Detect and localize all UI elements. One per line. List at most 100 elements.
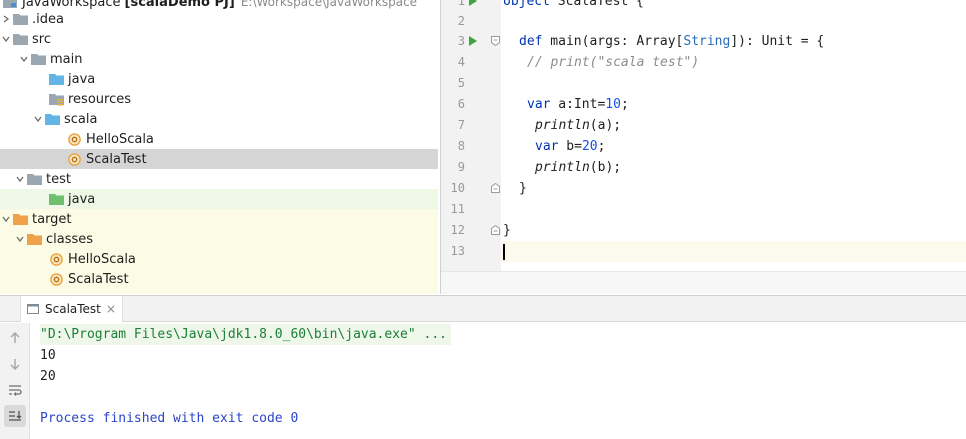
line-number: 7: [457, 118, 465, 132]
tree-item-src[interactable]: src: [0, 29, 438, 49]
tree-item-label: src: [32, 31, 51, 47]
console-output[interactable]: "D:\Program Files\Java\jdk1.8.0_60\bin\j…: [30, 323, 966, 439]
line-number: 11: [450, 202, 465, 216]
console-exit-line: Process finished with exit code 0: [40, 411, 299, 426]
close-icon[interactable]: ×: [106, 302, 116, 316]
tree-item-test-java[interactable]: java: [0, 189, 438, 209]
line-number: 3: [457, 34, 465, 48]
code-token: a:Int=: [550, 97, 606, 112]
tree-item-label: HelloScala: [86, 131, 154, 147]
code-line-7[interactable]: 7 println(a);: [441, 115, 966, 136]
code-token: var: [535, 139, 559, 154]
line-number: 4: [457, 55, 465, 69]
scala-object-icon: [48, 251, 64, 267]
folder-icon: [26, 171, 42, 187]
text-caret: [503, 243, 505, 260]
tree-item-classes[interactable]: classes: [0, 229, 438, 249]
tree-item-label: HelloScala: [68, 251, 136, 267]
chevron-down-icon[interactable]: [0, 29, 12, 49]
code-line-5[interactable]: 5: [441, 73, 966, 94]
code-line-10[interactable]: 10 }: [441, 178, 966, 199]
line-number: 12: [450, 223, 465, 237]
code-token: String: [683, 34, 731, 49]
line-number: 8: [457, 139, 465, 153]
code-editor[interactable]: 1 object ScalaTest { 2 3 def main(args: …: [440, 0, 966, 294]
code-line-6[interactable]: 6 var a:Int=10;: [441, 94, 966, 115]
code-line-12[interactable]: 12 }: [441, 220, 966, 241]
tree-item-classes-helloscala[interactable]: HelloScala: [0, 249, 438, 269]
code-line-9[interactable]: 9 println(b);: [441, 157, 966, 178]
fold-open-icon[interactable]: [491, 36, 500, 46]
tree-item-label: scala: [64, 111, 98, 127]
tree-item-test[interactable]: test: [0, 169, 438, 189]
scroll-to-end-icon[interactable]: [4, 405, 26, 427]
tree-item-helloscala[interactable]: HelloScala: [0, 129, 438, 149]
arrow-up-icon[interactable]: [4, 327, 26, 349]
tree-item-resources[interactable]: resources: [0, 89, 438, 109]
code-token: 10: [605, 97, 621, 112]
tree-item-label: resources: [68, 91, 132, 107]
tree-item-label: classes: [46, 231, 94, 247]
chevron-down-icon[interactable]: [14, 169, 26, 189]
run-toolbar: [0, 323, 30, 439]
folder-icon: [12, 11, 28, 27]
code-line-2[interactable]: 2: [441, 11, 966, 32]
soft-wrap-icon[interactable]: [4, 379, 26, 401]
tree-item-label: test: [46, 171, 71, 187]
line-number: 10: [450, 181, 465, 195]
console-output-line: 20: [40, 369, 56, 384]
tree-item-main[interactable]: main: [0, 49, 438, 69]
code-token: 20: [581, 139, 598, 154]
project-tree: JavaWorkspace [scalaDemo PJ] E:\Workspac…: [0, 0, 438, 294]
code-comment: // print("scala test"): [527, 55, 700, 70]
code-line-11[interactable]: 11: [441, 199, 966, 220]
tree-item-label: ScalaTest: [68, 271, 129, 287]
arrow-down-icon[interactable]: [4, 353, 26, 375]
run-object-icon[interactable]: [469, 0, 477, 6]
run-main-icon[interactable]: [469, 36, 477, 46]
line-number: 13: [441, 241, 501, 262]
test-folder-icon: [48, 191, 64, 207]
resources-folder-icon: [48, 91, 64, 107]
line-number: 6: [457, 97, 465, 111]
code-token: println: [535, 118, 590, 133]
tree-item-idea[interactable]: .idea: [0, 9, 438, 29]
chevron-down-icon[interactable]: [0, 209, 12, 229]
code-line-8[interactable]: 8 var b=20;: [441, 136, 966, 157]
code-token: ]): Unit = {: [730, 34, 825, 49]
tree-item-classes-scalatest[interactable]: ScalaTest: [0, 269, 438, 289]
code-token: ;: [620, 97, 629, 112]
source-folder-icon: [48, 71, 64, 87]
tree-item-label: .idea: [32, 11, 64, 27]
code-line-13[interactable]: 13: [441, 241, 966, 262]
chevron-down-icon[interactable]: [18, 49, 30, 69]
scala-object-icon: [66, 151, 82, 167]
code-token: ScalaTest {: [549, 0, 644, 9]
chevron-down-icon[interactable]: [32, 109, 44, 129]
run-config-icon: [27, 304, 39, 314]
folder-icon: [30, 51, 46, 67]
fold-close-icon[interactable]: [491, 225, 500, 235]
tree-item-label: java: [68, 191, 96, 207]
code-token: println: [535, 160, 590, 175]
line-number: 5: [457, 76, 465, 90]
tree-item-scalatest[interactable]: ScalaTest: [0, 149, 438, 169]
code-token: def: [519, 34, 543, 49]
run-tab-scalatest[interactable]: ScalaTest ×: [20, 296, 123, 322]
chevron-down-icon[interactable]: [14, 229, 26, 249]
tree-item-main-java[interactable]: java: [0, 69, 438, 89]
tree-item-partial: [0, 289, 438, 294]
fold-close-icon[interactable]: [491, 183, 500, 193]
excluded-folder-icon: [12, 211, 28, 227]
code-token: (b);: [589, 160, 622, 175]
excluded-folder-icon: [26, 231, 42, 247]
tree-item-target[interactable]: target: [0, 209, 438, 229]
tree-item-scala[interactable]: scala: [0, 109, 438, 129]
run-tool-window: ScalaTest × "D:\Program Files\Java\jdk1.…: [0, 295, 966, 439]
code-token: (a);: [589, 118, 622, 133]
code-line-4[interactable]: 4 // print("scala test"): [441, 52, 966, 73]
console-output-line: 10: [40, 348, 56, 363]
chevron-right-icon[interactable]: [0, 9, 12, 29]
code-line-3[interactable]: 3 def main(args: Array[String]): Unit = …: [441, 31, 966, 52]
editor-bottom-strip: [441, 271, 966, 294]
